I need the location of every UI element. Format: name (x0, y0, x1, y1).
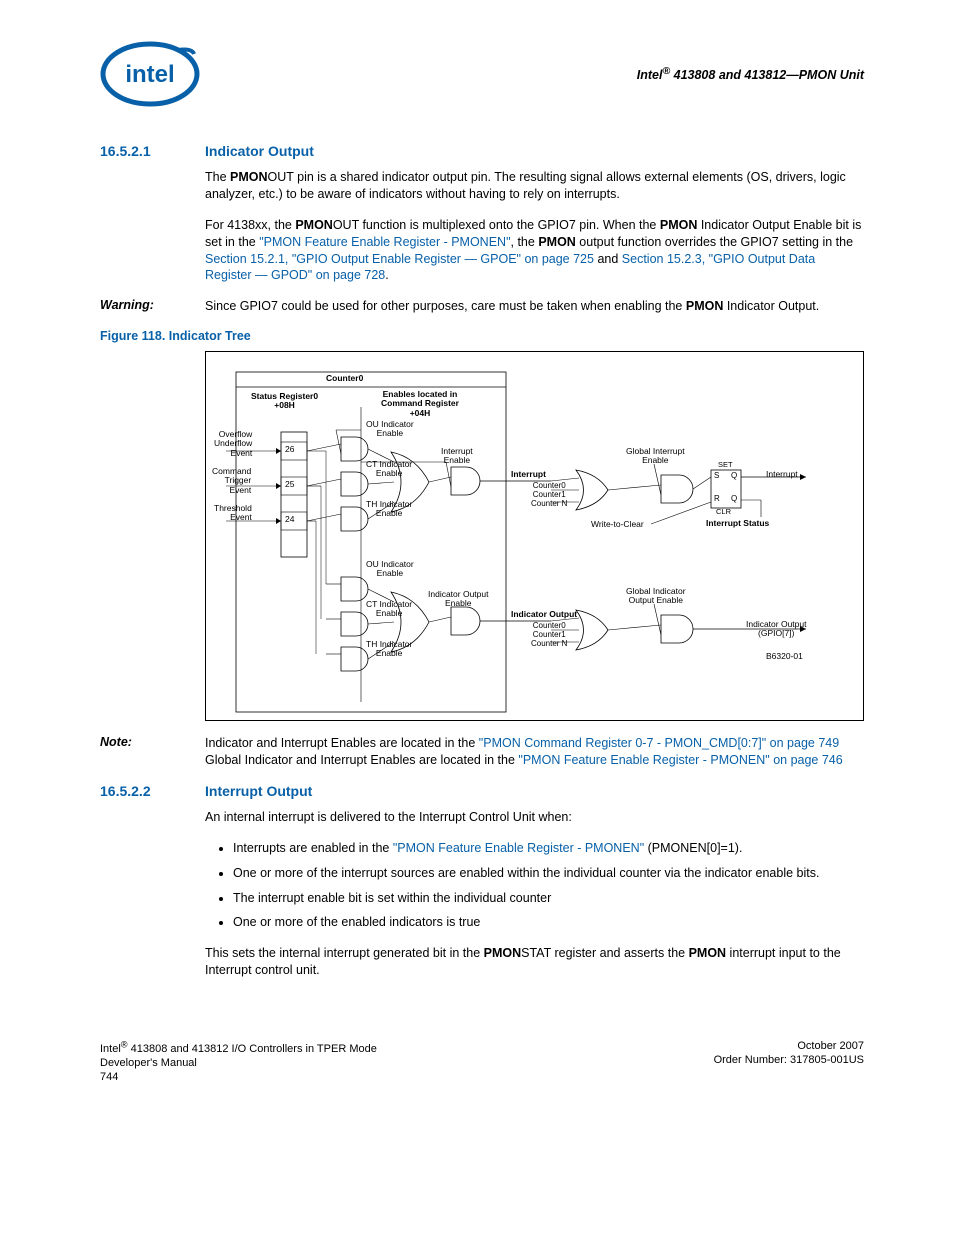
section-16.5.2.1: 16.5.2.1 Indicator Output (100, 143, 864, 159)
fig-int-enable: Interrupt Enable (441, 447, 473, 466)
paragraph: This sets the internal interrupt generat… (205, 945, 864, 979)
paragraph: An internal interrupt is delivered to th… (205, 809, 864, 826)
fig-th-ind2: TH Indicator Enable (366, 640, 412, 659)
fig-q: Q (731, 472, 737, 481)
fig-b24: 24 (285, 515, 294, 524)
fig-r: R (714, 495, 720, 504)
fig-glob-ind: Global Indicator Output Enable (626, 587, 686, 606)
fig-int-out: Interrupt (766, 470, 798, 479)
list-item: Interrupts are enabled in the "PMON Feat… (233, 840, 864, 857)
fig-s: S (714, 472, 719, 481)
fig-enables-cmd: Enables located in Command Register +04H (381, 390, 459, 418)
fig-ct-ind: CT Indicator Enable (366, 460, 412, 479)
section-title: Interrupt Output (205, 783, 312, 799)
fig-q2: Q (731, 495, 737, 504)
section-16.5.2.2: 16.5.2.2 Interrupt Output (100, 783, 864, 799)
fig-counters1: Counter0 Counter1 Counter N (531, 482, 567, 508)
fig-ind-out-pin: Indicator Output (GPIO[7]) (746, 620, 806, 639)
page-header: intel Intel® 413808 and 413812—PMON Unit (100, 40, 864, 108)
section-number: 16.5.2.2 (100, 783, 205, 799)
fig-glob-int: Global Interrupt Enable (626, 447, 685, 466)
paragraph: The PMONOUT pin is a shared indicator ou… (205, 169, 864, 203)
page: intel Intel® 413808 and 413812—PMON Unit… (0, 0, 954, 1125)
link-pmonen3[interactable]: "PMON Feature Enable Register - PMONEN" (393, 841, 644, 855)
fig-thresh: Threshold Event (214, 504, 252, 523)
section-number: 16.5.2.1 (100, 143, 205, 159)
list-item: One or more of the interrupt sources are… (233, 865, 864, 882)
note-label: Note: (100, 735, 205, 769)
svg-text:intel: intel (125, 61, 174, 88)
warning-text: Since GPIO7 could be used for other purp… (205, 298, 864, 315)
fig-ou-ind: OU Indicator Enable (366, 420, 414, 439)
fig-overflow: Overflow Underflow Event (214, 430, 252, 458)
note-block: Note: Indicator and Interrupt Enables ar… (100, 735, 864, 769)
fig-b26: 26 (285, 445, 294, 454)
fig-clr: CLR (716, 508, 731, 516)
fig-interrupt: Interrupt (511, 470, 546, 479)
fig-ou-ind2: OU Indicator Enable (366, 560, 414, 579)
section-title: Indicator Output (205, 143, 314, 159)
intel-logo: intel (100, 40, 200, 108)
page-footer: Intel® 413808 and 413812 I/O Controllers… (100, 1039, 864, 1085)
figure-caption: Figure 118. Indicator Tree (100, 329, 864, 343)
header-title: Intel® 413808 and 413812—PMON Unit (637, 66, 864, 82)
link-pmon-cmd[interactable]: "PMON Command Register 0-7 - PMON_CMD[0:… (479, 736, 839, 750)
warning-block: Warning: Since GPIO7 could be used for o… (100, 298, 864, 315)
fig-wtc: Write-to-Clear (591, 520, 644, 529)
paragraph: For 4138xx, the PMONOUT function is mult… (205, 217, 864, 285)
link-pmonen2[interactable]: "PMON Feature Enable Register - PMONEN" … (518, 753, 842, 767)
footer-left: Intel® 413808 and 413812 I/O Controllers… (100, 1039, 377, 1085)
fig-status-reg: Status Register0 +08H (251, 392, 318, 411)
list-item: One or more of the enabled indicators is… (233, 914, 864, 931)
fig-int-status: Interrupt Status (706, 519, 769, 528)
fig-b25: 25 (285, 480, 294, 489)
link-pmonen[interactable]: "PMON Feature Enable Register - PMONEN" (259, 235, 510, 249)
fig-th-ind: TH Indicator Enable (366, 500, 412, 519)
fig-ind-output: Indicator Output (511, 610, 577, 619)
fig-counter0: Counter0 (326, 374, 363, 383)
footer-right: October 2007 Order Number: 317805-001US (714, 1039, 864, 1085)
note-text: Indicator and Interrupt Enables are loca… (205, 735, 864, 769)
fig-cmdtrig: Command Trigger Event (212, 467, 251, 495)
figure-118: Counter0 Status Register0 +08H Enables l… (205, 351, 864, 721)
fig-partnum: B6320-01 (766, 652, 803, 661)
fig-ct-ind2: CT Indicator Enable (366, 600, 412, 619)
fig-set: SET (718, 461, 733, 469)
bullet-list: Interrupts are enabled in the "PMON Feat… (205, 840, 864, 932)
link-gpoe[interactable]: Section 15.2.1, "GPIO Output Enable Regi… (205, 252, 594, 266)
list-item: The interrupt enable bit is set within t… (233, 890, 864, 907)
fig-ind-out-en: Indicator Output Enable (428, 590, 488, 609)
fig-counters2: Counter0 Counter1 Counter N (531, 622, 567, 648)
warning-label: Warning: (100, 298, 205, 315)
